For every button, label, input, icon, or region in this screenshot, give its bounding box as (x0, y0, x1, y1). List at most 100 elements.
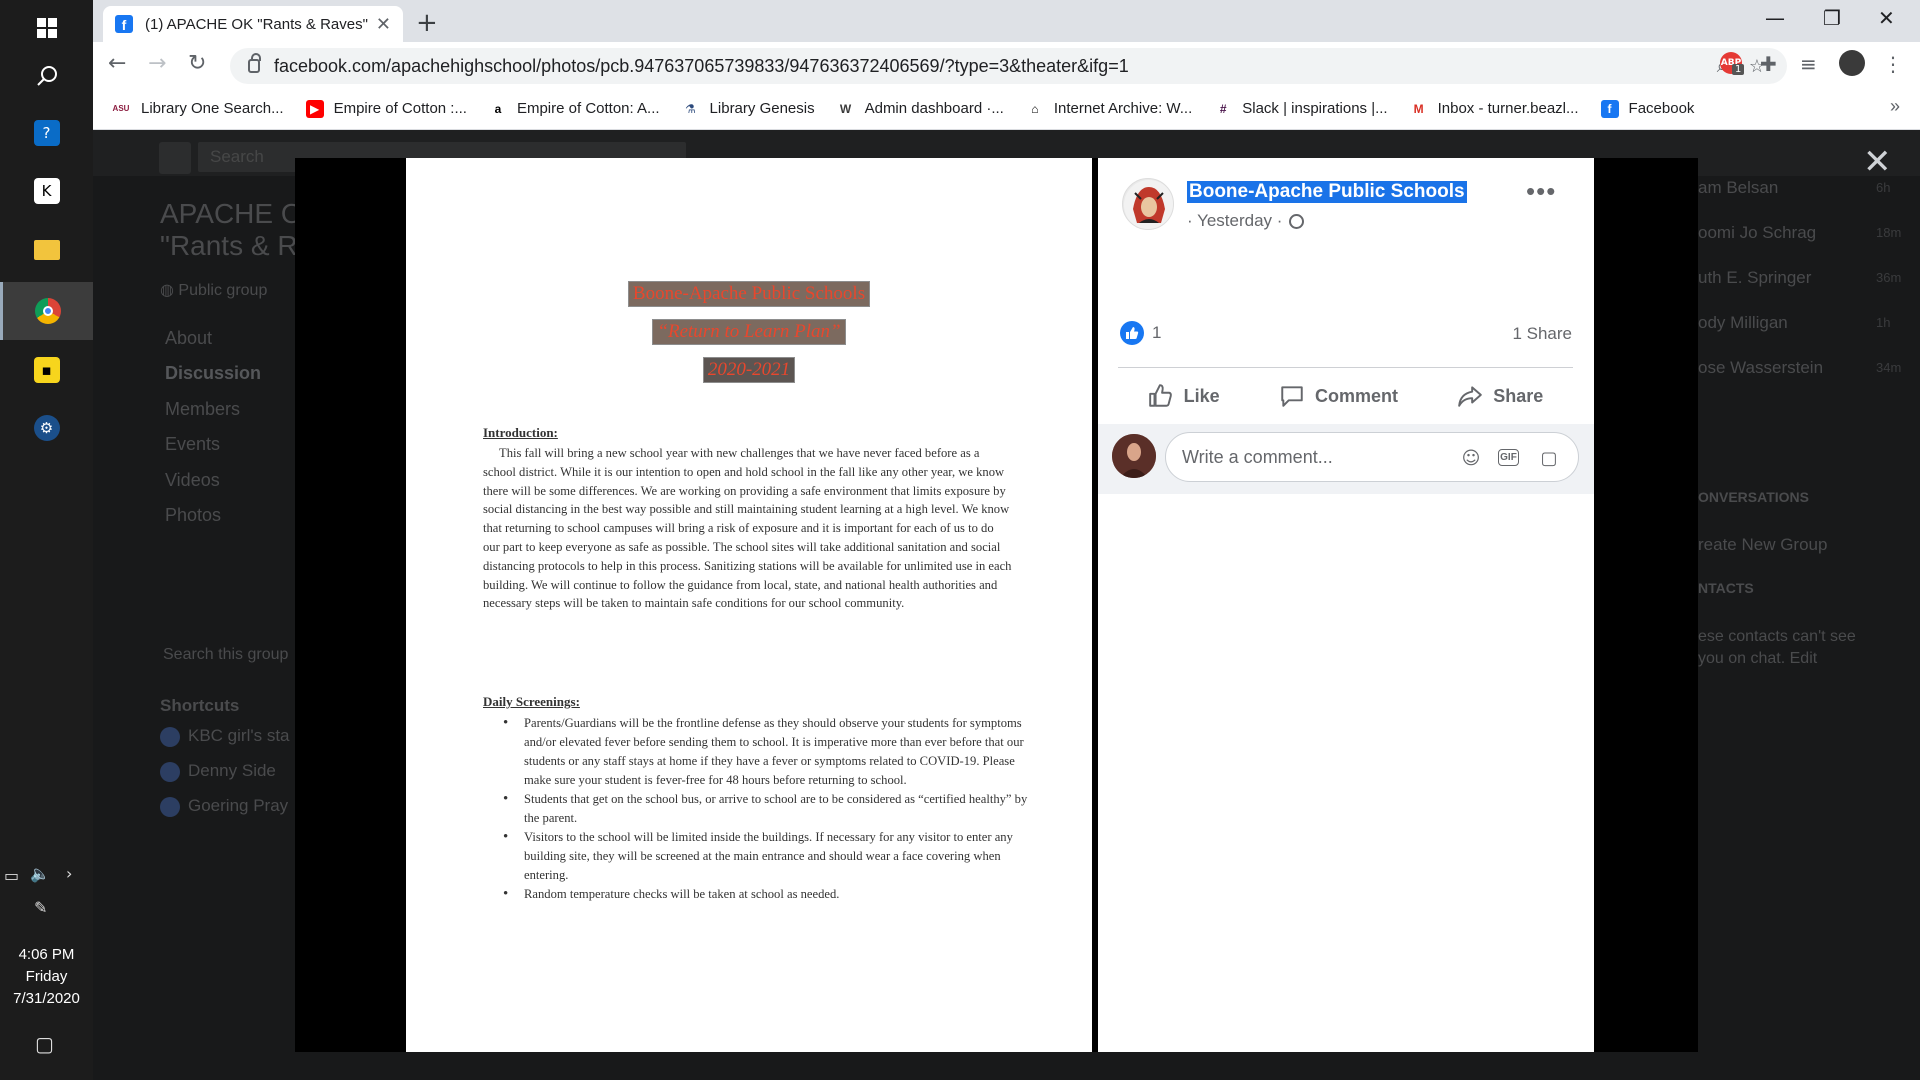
group-nav-item[interactable]: Events (165, 434, 220, 455)
battery-icon[interactable]: ▭ (4, 866, 19, 885)
steam-icon: ⚙ (33, 415, 60, 441)
more-options-icon[interactable]: ••• (1526, 176, 1556, 207)
intro-heading: Introduction: (483, 425, 558, 440)
search-icon (36, 66, 57, 86)
group-nav-item[interactable]: Videos (165, 470, 220, 491)
url-text[interactable]: facebook.com/apachehighschool/photos/pcb… (274, 56, 1717, 77)
contact-name[interactable]: am Belsan (1698, 178, 1778, 198)
like-label: Like (1183, 385, 1220, 406)
taskbar-chrome[interactable] (0, 282, 93, 340)
contact-time: 34m (1876, 360, 1902, 375)
bookmark-item[interactable]: ASU Library One Search... (111, 100, 284, 118)
minimize-icon[interactable]: — (1765, 6, 1785, 30)
bookmark-item[interactable]: W Admin dashboard ·... (837, 100, 1004, 118)
search-group-input[interactable]: Search this group (163, 646, 288, 664)
bookmark-item[interactable]: ⚗ Library Genesis (682, 100, 814, 118)
shortcut-item[interactable]: Goering Pray (160, 796, 288, 817)
volume-icon[interactable]: 🔈 (30, 864, 50, 883)
like-button[interactable]: Like (1148, 383, 1220, 409)
bookmark-item[interactable]: # Slack | inspirations |... (1214, 100, 1388, 118)
screening-list: Parents/Guardians will be the frontline … (499, 714, 1029, 904)
tab-strip: f (1) APACHE OK "Rants & Raves" ✕ + — ❐ … (93, 0, 1920, 42)
back-icon[interactable]: ← (108, 51, 126, 76)
lock-icon[interactable] (248, 53, 261, 73)
extensions-puzzle-icon[interactable]: ✚ (1760, 52, 1777, 76)
document-year: 2020-2021 (702, 357, 796, 383)
group-nav-item[interactable]: Members (165, 399, 240, 420)
post-time[interactable]: · Yesterday · (1187, 211, 1282, 231)
tray-expand-icon[interactable]: › (66, 864, 72, 883)
shortcut-label: KBC girl's sta (188, 726, 290, 745)
profile-avatar[interactable] (1839, 50, 1865, 76)
adblock-extension[interactable]: ABP 1 (1720, 52, 1745, 75)
taskbar-app-2[interactable]: K (0, 163, 93, 219)
gif-icon[interactable]: GIF (1498, 449, 1519, 466)
taskbar-clock[interactable]: 4:06 PM Friday 7/31/2020 (0, 944, 93, 1010)
windows-taskbar: ? K ▪ ⚙ ▭ 🔈 › ✎ 4:06 PM Friday 7/31/2020… (0, 0, 93, 1080)
new-tab-button[interactable]: + (416, 8, 438, 38)
bookmark-label: Slack | inspirations |... (1242, 100, 1388, 117)
comment-input[interactable]: Write a comment... ☺ GIF ▢ (1165, 432, 1579, 482)
close-tab-icon[interactable]: ✕ (376, 14, 391, 35)
app-icon: K (33, 178, 60, 204)
create-group-link[interactable]: reate New Group (1698, 535, 1827, 555)
comment-button[interactable]: Comment (1279, 383, 1398, 409)
group-left-column: APACHE O "Rants & R ◍ Public group About… (93, 176, 303, 1080)
share-count[interactable]: 1 Share (1512, 324, 1572, 344)
bookmark-item[interactable]: ▶ Empire of Cotton :... (305, 99, 467, 118)
post-meta: · Yesterday · (1187, 211, 1305, 231)
bookmark-item[interactable]: f Facebook (1600, 99, 1694, 118)
page-avatar[interactable] (1122, 178, 1174, 230)
conversations-heading: ONVERSATIONS (1698, 489, 1809, 505)
close-window-icon[interactable]: ✕ (1878, 6, 1895, 30)
taskbar-app-1[interactable]: ? (0, 105, 93, 161)
comment-placeholder: Write a comment... (1182, 446, 1333, 467)
sticker-icon[interactable]: ▢ (1538, 447, 1560, 469)
thumbs-up-icon (1148, 384, 1172, 407)
notifications-icon[interactable]: ▢ (35, 1032, 54, 1056)
taskbar-search-button[interactable] (0, 48, 93, 104)
close-viewer-icon[interactable]: ✕ (1863, 142, 1892, 182)
document-photo[interactable]: Boone-Apache Public Schools “Return to L… (406, 158, 1092, 1052)
shortcut-item[interactable]: Denny Side (160, 761, 276, 782)
tab-facebook[interactable]: f (1) APACHE OK "Rants & Raves" ✕ (103, 6, 403, 42)
contact-name[interactable]: oomi Jo Schrag (1698, 223, 1816, 243)
document-title: Boone-Apache Public Schools (627, 281, 871, 307)
contact-name[interactable]: ose Wasserstein (1698, 358, 1823, 378)
screening-bullet: Parents/Guardians will be the frontline … (499, 714, 1029, 790)
bookmark-item[interactable]: ⌂ Internet Archive: W... (1026, 100, 1192, 118)
group-nav-item[interactable]: About (165, 328, 212, 349)
like-reaction-icon (1120, 321, 1144, 345)
menu-kebab-icon[interactable]: ⋮ (1883, 52, 1903, 76)
clock-date: 7/31/2020 (13, 990, 80, 1007)
shortcut-item[interactable]: KBC girl's sta (160, 726, 290, 747)
contact-name[interactable]: uth E. Springer (1698, 268, 1811, 288)
shortcut-label: Denny Side (188, 761, 276, 780)
facebook-favicon-icon: f (115, 15, 133, 33)
contacts-note-2[interactable]: you on chat. Edit (1698, 650, 1817, 668)
bookmark-item[interactable]: a Empire of Cotton: A... (489, 100, 660, 118)
bookmarks-overflow-icon[interactable]: » (1890, 96, 1900, 117)
emoji-icon[interactable]: ☺ (1460, 447, 1482, 469)
forward-icon[interactable]: → (148, 51, 166, 76)
group-nav-item[interactable]: Photos (165, 505, 221, 526)
pen-icon[interactable]: ✎ (34, 898, 47, 917)
restore-icon[interactable]: ❐ (1823, 6, 1841, 30)
media-queue-icon[interactable]: ≡ (1800, 52, 1817, 76)
taskbar-steam[interactable]: ⚙ (0, 400, 93, 456)
extension-badge: 1 (1732, 64, 1745, 75)
share-button[interactable]: Share (1457, 383, 1543, 409)
address-bar[interactable]: facebook.com/apachehighschool/photos/pcb… (230, 48, 1787, 84)
screening-bullet: Students that get on the school bus, or … (499, 790, 1029, 828)
bookmark-item[interactable]: M Inbox - turner.beazl... (1410, 100, 1579, 118)
contact-name[interactable]: ody Milligan (1698, 313, 1788, 333)
reload-icon[interactable]: ↻ (188, 51, 206, 76)
taskbar-file-explorer[interactable] (0, 222, 93, 278)
group-title-line-2: "Rants & R (160, 230, 298, 261)
screenings-heading: Daily Screenings: (483, 694, 580, 709)
reaction-summary[interactable]: 1 (1120, 321, 1161, 345)
group-nav-item[interactable]: Discussion (165, 363, 261, 384)
page-name-link[interactable]: Boone-Apache Public Schools (1187, 181, 1467, 203)
taskbar-sticky-notes[interactable]: ▪ (0, 342, 93, 398)
user-avatar[interactable] (1112, 434, 1156, 478)
